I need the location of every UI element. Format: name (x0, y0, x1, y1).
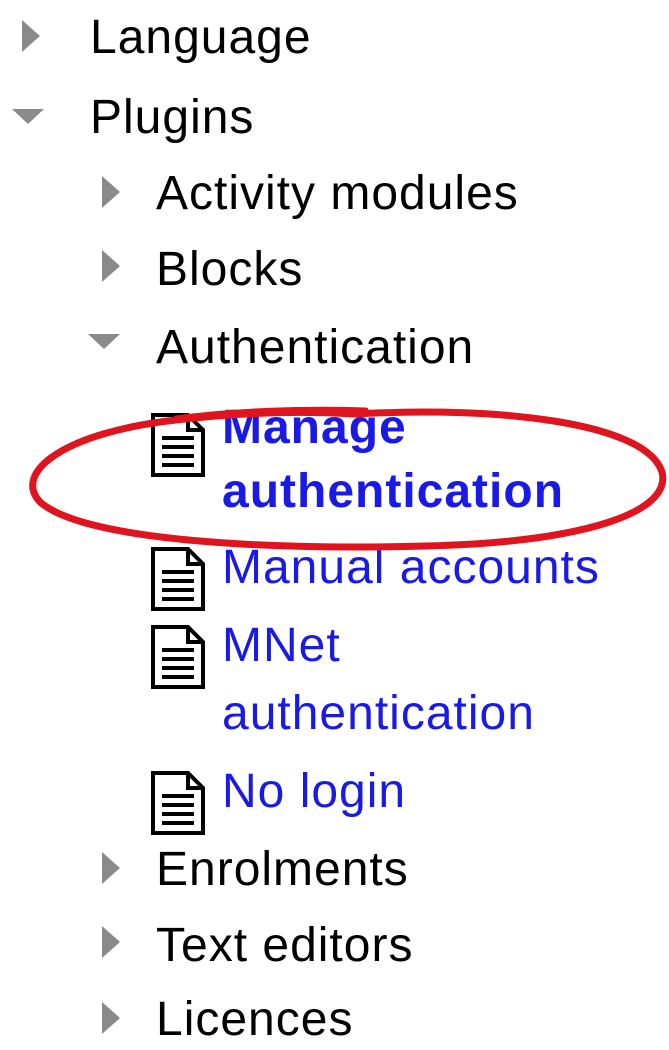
no-login-link[interactable]: No login (222, 762, 406, 822)
document-icon (150, 546, 206, 612)
tree-item-label: Plugins (90, 91, 255, 144)
document-icon (150, 412, 206, 478)
tree-item-label: Text editors (156, 919, 414, 972)
tree-item-label: Blocks (156, 243, 304, 296)
manage-authentication-link[interactable]: Manage (222, 398, 407, 458)
document-icon (150, 770, 206, 836)
manage-authentication-link-line2[interactable]: authentication (222, 462, 564, 522)
document-icon (150, 624, 206, 690)
mnet-authentication-link-line2[interactable]: authentication (222, 684, 535, 744)
tree-item-label: Language (90, 11, 312, 64)
triangle-right-icon[interactable] (102, 926, 120, 958)
tree-item-label: Authentication (156, 321, 475, 374)
tree-item-label: Enrolments (156, 843, 409, 896)
mnet-authentication-link[interactable]: MNet (222, 616, 341, 676)
triangle-down-icon[interactable] (88, 334, 120, 349)
triangle-right-icon[interactable] (102, 176, 120, 208)
triangle-right-icon[interactable] (102, 1002, 120, 1034)
triangle-down-icon[interactable] (12, 109, 44, 124)
admin-navigation-tree: Language Plugins Activity modules Blocks… (0, 0, 669, 1046)
manual-accounts-link[interactable]: Manual accounts (222, 538, 600, 598)
tree-item-label: Licences (156, 993, 354, 1046)
triangle-right-icon[interactable] (102, 852, 120, 884)
triangle-right-icon[interactable] (22, 20, 40, 52)
tree-item-label: Activity modules (156, 167, 519, 220)
triangle-right-icon[interactable] (102, 250, 120, 282)
